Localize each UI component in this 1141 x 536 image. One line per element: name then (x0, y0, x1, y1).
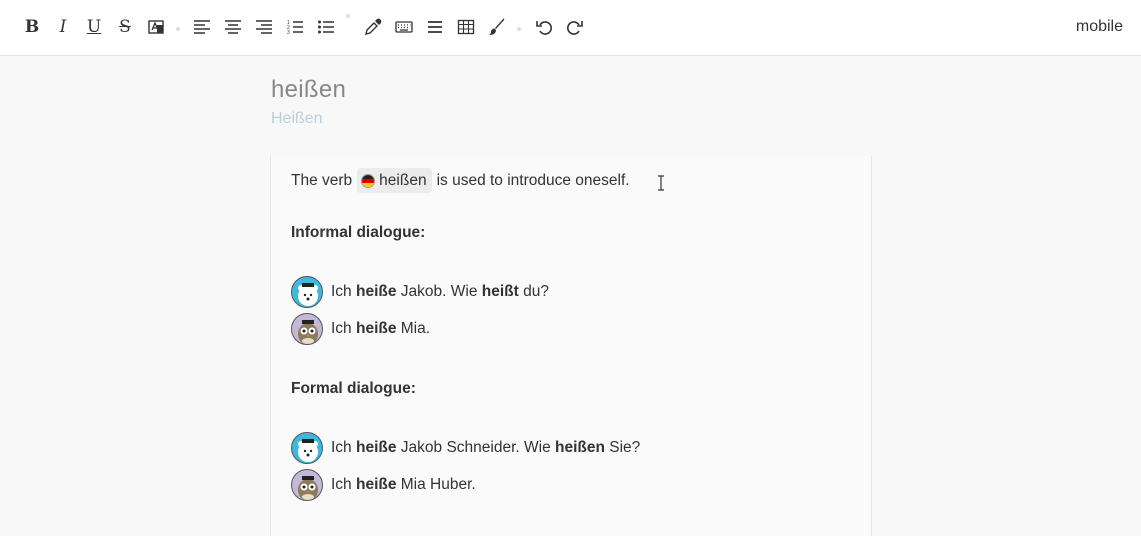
verb-highlight: heiße (355, 476, 397, 493)
bold-button[interactable]: B (19, 14, 45, 40)
owl-avatar-icon (291, 469, 323, 501)
bear-avatar-icon (291, 276, 323, 308)
dialogue-fragment: Ich (331, 476, 356, 493)
table-icon (457, 19, 475, 35)
bullet-list-icon (318, 20, 334, 34)
german-flag-icon (361, 173, 376, 188)
undo-button[interactable] (531, 14, 557, 40)
dialogue-fragment: Ich (331, 439, 356, 456)
redo-icon (567, 21, 583, 35)
translate-icon (148, 20, 164, 34)
dialogue-text: Ich heiße Mia Huber. (331, 476, 476, 494)
mobile-view-link[interactable]: mobile (1076, 18, 1123, 36)
formal-heading: Formal dialogue: (291, 380, 416, 397)
bullet-list-button[interactable] (313, 14, 339, 40)
dialogue-text: Ich heiße Jakob. Wie heißt du? (331, 283, 549, 301)
owl-avatar-icon (291, 313, 323, 345)
word-chip[interactable]: heißen (357, 168, 432, 193)
bear-avatar-icon (291, 432, 323, 464)
toolbar-separator (176, 27, 180, 31)
undo-icon (536, 21, 552, 35)
brush-icon (489, 18, 505, 35)
verb-highlight: heiße (355, 320, 397, 337)
verb-highlight: heiße (355, 283, 397, 300)
table-button[interactable] (453, 14, 479, 40)
dialogue-fragment: Jakob Schneider. Wie (396, 439, 555, 456)
menu-button[interactable] (422, 14, 448, 40)
align-center-icon (225, 20, 241, 34)
verb-highlight: heißt (481, 283, 519, 300)
keyboard-button[interactable] (391, 14, 417, 40)
italic-button[interactable]: I (50, 14, 76, 40)
strikethrough-button[interactable]: S (112, 14, 138, 40)
underline-button[interactable]: U (81, 14, 107, 40)
redo-button[interactable] (562, 14, 588, 40)
dialogue-fragment: Mia Huber. (396, 476, 476, 493)
intro-line[interactable]: The verb heißen is used to introduce one… (291, 168, 630, 193)
keyboard-icon (395, 21, 413, 33)
toolbar-separator (346, 14, 350, 18)
dialogue-line: Ich heiße Mia Huber. (291, 469, 476, 501)
ordered-list-button[interactable]: 123 (282, 14, 308, 40)
dialogue-fragment: Ich (331, 320, 356, 337)
dialogue-text: Ich heiße Jakob Schneider. Wie heißen Si… (331, 439, 640, 457)
dialogue-line: Ich heiße Mia. (291, 313, 430, 345)
word-chip-label: heißen (379, 171, 427, 189)
intro-prefix: The verb (291, 171, 353, 189)
verb-highlight: heiße (355, 439, 397, 456)
page-subtitle: Heißen (271, 110, 323, 127)
lesson-card[interactable]: The verb heißen is used to introduce one… (270, 156, 872, 536)
menu-icon (428, 21, 442, 33)
dialogue-fragment: du? (518, 283, 549, 300)
eyedropper-icon (365, 18, 382, 35)
toolbar-separator (517, 27, 521, 31)
align-left-icon (194, 20, 210, 34)
align-right-button[interactable] (251, 14, 277, 40)
dialogue-line: Ich heiße Jakob. Wie heißt du? (291, 276, 549, 308)
brush-button[interactable] (484, 14, 510, 40)
intro-suffix: is used to introduce oneself. (436, 171, 630, 189)
dialogue-fragment: Mia. (396, 320, 431, 337)
dialogue-fragment: Sie? (604, 439, 641, 456)
text-cursor-icon (656, 175, 666, 191)
editor-toolbar: B I U S 123 mobile (0, 0, 1141, 56)
bold-icon: B (24, 17, 40, 37)
eyedropper-button[interactable] (360, 14, 386, 40)
italic-icon: I (59, 17, 67, 37)
align-right-icon (256, 20, 272, 34)
translate-button[interactable] (143, 14, 169, 40)
page-title: heißen (271, 76, 347, 103)
dialogue-fragment: Jakob. Wie (396, 283, 482, 300)
verb-highlight: heißen (555, 439, 605, 456)
dialogue-line: Ich heiße Jakob Schneider. Wie heißen Si… (291, 432, 640, 464)
svg-text:3: 3 (287, 30, 290, 36)
ordered-list-icon: 123 (287, 20, 303, 36)
informal-heading: Informal dialogue: (291, 224, 426, 241)
dialogue-fragment: Ich (331, 283, 356, 300)
strikethrough-icon: S (119, 17, 131, 37)
underline-icon: U (86, 17, 102, 37)
align-left-button[interactable] (189, 14, 215, 40)
dialogue-text: Ich heiße Mia. (331, 320, 430, 338)
align-center-button[interactable] (220, 14, 246, 40)
